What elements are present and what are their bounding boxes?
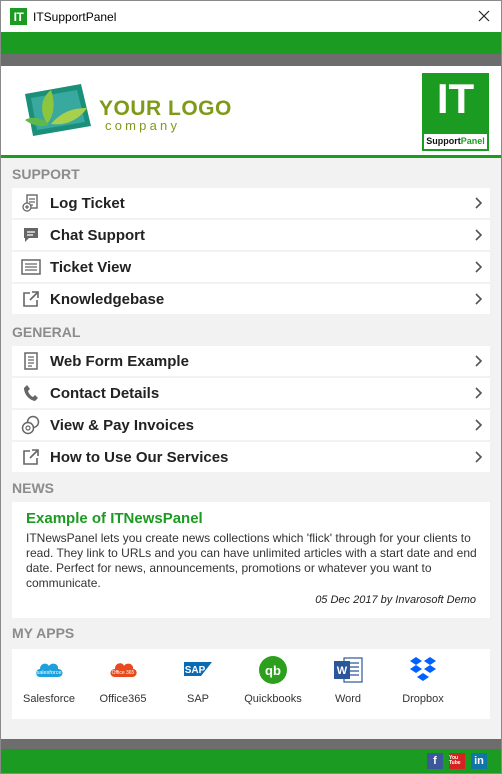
word-icon-text: W <box>337 665 348 677</box>
app-label: Word <box>334 693 362 705</box>
close-button[interactable] <box>471 4 497 28</box>
menu-item-knowledgebase[interactable]: Knowledgebase <box>12 284 490 314</box>
document-icon <box>12 346 50 376</box>
linkedin-icon[interactable]: in <box>471 753 487 769</box>
chevron-right-icon <box>468 378 490 408</box>
top-green-band <box>1 32 501 54</box>
badge-foot: SupportPanel <box>424 134 487 149</box>
logo-sub-text: company <box>105 118 181 133</box>
news-meta: 05 Dec 2017 by Invarosoft Demo <box>315 594 476 606</box>
badge-it-text: IT <box>436 75 475 122</box>
app-icon: IT <box>10 8 27 25</box>
chevron-right-icon <box>468 410 490 440</box>
office365-icon: Office 365 <box>108 655 138 685</box>
app-dropbox[interactable]: Dropbox <box>387 655 459 711</box>
app-label: Quickbooks <box>244 693 302 705</box>
quickbooks-icon-text: qb <box>265 663 281 678</box>
sap-icon: SAP <box>183 655 213 685</box>
section-title-news: NEWS <box>12 480 54 496</box>
chevron-right-icon <box>468 284 490 314</box>
news-title[interactable]: Example of ITNewsPanel <box>26 510 203 527</box>
menu-item-label: How to Use Our Services <box>50 448 229 466</box>
app-word[interactable]: W Word <box>312 655 384 711</box>
app-label: Dropbox <box>402 693 444 705</box>
app-label: Office365 <box>99 693 147 705</box>
section-title-general: GENERAL <box>12 324 81 340</box>
news-card[interactable]: Example of ITNewsPanel ITNewsPanel lets … <box>12 502 490 618</box>
coins-icon <box>12 410 50 440</box>
section-title-support: SUPPORT <box>12 166 80 182</box>
main-content: SUPPORT Log Ticket Chat Support Ticket V… <box>1 158 501 739</box>
salesforce-icon: salesforce <box>34 655 64 685</box>
section-title-my-apps: MY APPS <box>12 625 75 641</box>
header: YOUR LOGO company IT SupportPanel <box>1 66 501 155</box>
close-icon <box>478 10 490 22</box>
menu-item-label: View & Pay Invoices <box>50 416 194 434</box>
app-window: IT ITSupportPanel YOUR LOGO company IT S… <box>0 0 502 774</box>
menu-item-label: Knowledgebase <box>50 290 165 308</box>
ticket-view-icon <box>12 252 50 282</box>
menu-item-label: Chat Support <box>50 226 145 244</box>
badge-foot-support: Support <box>426 136 461 146</box>
chevron-right-icon <box>468 442 490 472</box>
facebook-icon[interactable]: f <box>427 753 443 769</box>
app-label: Salesforce <box>23 693 75 705</box>
menu-item-chat-support[interactable]: Chat Support <box>12 220 490 250</box>
app-icon-text: IT <box>13 9 24 24</box>
chevron-right-icon <box>468 188 490 218</box>
company-logo-icon <box>25 84 91 136</box>
office365-icon-text: Office 365 <box>112 670 135 676</box>
app-label: SAP <box>186 693 209 705</box>
menu-item-contact-details[interactable]: Contact Details <box>12 378 490 408</box>
chat-icon <box>12 220 50 250</box>
top-grey-band <box>1 54 501 66</box>
external-link-icon <box>12 284 50 314</box>
linkedin-label: in <box>474 755 484 767</box>
it-support-panel-badge: IT SupportPanel <box>422 73 489 151</box>
window-title: ITSupportPanel <box>33 9 117 24</box>
menu-item-ticket-view[interactable]: Ticket View <box>12 252 490 282</box>
youtube-label: You Tube <box>449 755 461 766</box>
chevron-right-icon <box>468 346 490 376</box>
news-body: ITNewsPanel lets you create news collect… <box>26 531 477 590</box>
salesforce-icon-text: salesforce <box>36 670 61 676</box>
menu-item-web-form-example[interactable]: Web Form Example <box>12 346 490 376</box>
facebook-label: f <box>433 755 437 767</box>
bottom-grey-band <box>1 739 501 749</box>
menu-item-label: Log Ticket <box>50 194 125 212</box>
menu-item-label: Contact Details <box>50 384 160 402</box>
app-quickbooks[interactable]: qb Quickbooks <box>237 655 309 711</box>
menu-item-log-ticket[interactable]: Log Ticket <box>12 188 490 218</box>
log-ticket-icon <box>12 188 50 218</box>
badge-foot-panel: Panel <box>460 136 485 146</box>
app-sap[interactable]: SAP SAP <box>162 655 234 711</box>
title-bar: IT ITSupportPanel <box>1 1 501 32</box>
apps-card: salesforce Salesforce Office 365 Office3… <box>12 649 490 719</box>
youtube-icon[interactable]: You Tube <box>449 753 465 769</box>
phone-icon <box>12 378 50 408</box>
menu-item-how-to-use-services[interactable]: How to Use Our Services <box>12 442 490 472</box>
app-office365[interactable]: Office 365 Office365 <box>87 655 159 711</box>
sap-icon-text: SAP <box>185 665 206 676</box>
menu-item-label: Web Form Example <box>50 352 189 370</box>
chevron-right-icon <box>468 220 490 250</box>
bottom-green-band: f You Tube in <box>1 749 501 773</box>
quickbooks-icon: qb <box>258 655 288 685</box>
chevron-right-icon <box>468 252 490 282</box>
app-salesforce[interactable]: salesforce Salesforce <box>13 655 85 711</box>
menu-item-label: Ticket View <box>50 258 132 276</box>
menu-item-view-pay-invoices[interactable]: View & Pay Invoices <box>12 410 490 440</box>
external-link-icon <box>12 442 50 472</box>
word-icon: W <box>333 655 363 685</box>
dropbox-icon <box>408 655 438 685</box>
